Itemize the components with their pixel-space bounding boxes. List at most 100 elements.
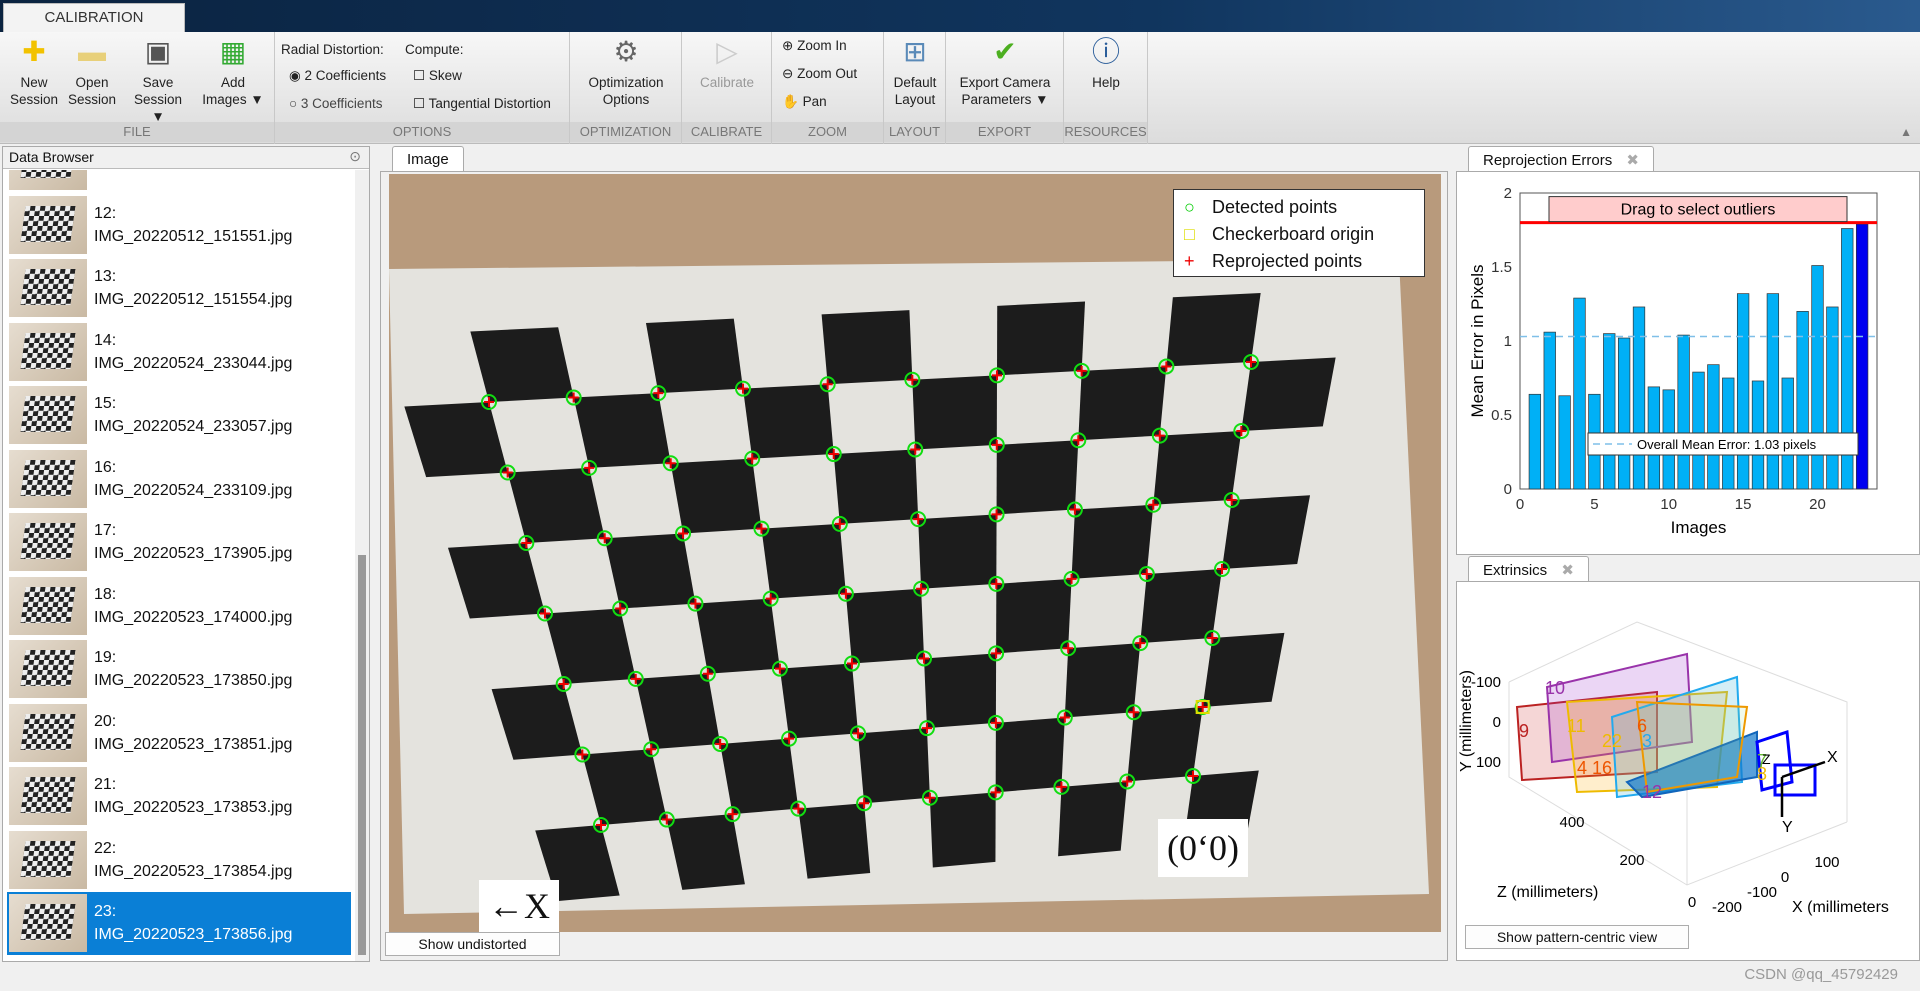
legend-detected: ○ Detected points (1184, 194, 1414, 221)
list-item[interactable]: 12: IMG_20220512_151551.jpg (7, 193, 351, 257)
new-session-button[interactable]: ✚ New Session (6, 36, 62, 108)
bar-image-17[interactable] (1766, 293, 1780, 490)
bar-image-7[interactable] (1617, 337, 1631, 490)
bar-image-19[interactable] (1796, 311, 1809, 490)
calibrate-button[interactable]: ▷ Calibrate (682, 36, 772, 91)
bar-image-11[interactable] (1677, 334, 1690, 490)
menu-dropdown-icon[interactable]: ⊙ (349, 148, 361, 165)
label: Open Session (67, 75, 117, 107)
tab-reprojection-errors[interactable]: Reprojection Errors ✖ (1468, 146, 1654, 172)
list-item[interactable]: 19: IMG_20220523_173850.jpg (7, 638, 351, 701)
checker-square (833, 449, 919, 524)
reprojection-error-chart: Drag to select outliers Overall Mean Erro… (1468, 185, 1878, 537)
item-filename: IMG_20220523_173853.jpg (94, 799, 293, 816)
tangential-checkbox[interactable]: ☐ Tangential Distortion (413, 96, 551, 112)
label: Tangential Distortion (428, 96, 551, 111)
open-session-button[interactable]: ▬ Open Session (64, 36, 120, 108)
bar-image-15[interactable] (1736, 293, 1750, 490)
scrollbar-track[interactable] (355, 170, 369, 961)
bar-image-1[interactable] (1528, 393, 1542, 490)
radio-3-coefficients[interactable]: ○ 3 Coefficients (289, 96, 382, 111)
list-item[interactable]: 13: IMG_20220512_151554.jpg (7, 257, 351, 320)
image-panel: ○ Detected points □ Checkerboard origin + R… (380, 171, 1448, 961)
x-axis-note: ←X (479, 880, 559, 932)
label: Skew (428, 68, 462, 83)
skew-checkbox[interactable]: ☐ Skew (413, 68, 462, 84)
item-filename: IMG_20220523_174000.jpg (94, 608, 293, 626)
item-index: 15: (94, 395, 117, 412)
item-index: 13: (94, 268, 117, 285)
watermark: CSDN @qq_45792429 (1744, 966, 1898, 983)
pan-button[interactable]: ✋ Pan (782, 94, 827, 110)
zoom-in-button[interactable]: ⊕ Zoom In (782, 38, 847, 54)
optimization-options-button[interactable]: ⚙ Optimization Options (570, 36, 682, 108)
x-tick-label: 0 (1781, 869, 1789, 886)
camera-z-label: Z (1762, 751, 1771, 767)
bar-image-12[interactable] (1692, 371, 1705, 490)
scrollbar-thumb[interactable] (358, 555, 366, 955)
item-text: 17: IMG_20220523_173905.jpg (94, 519, 292, 565)
list-item[interactable]: 21: IMG_20220523_173853.jpg (7, 765, 351, 828)
bar-image-3[interactable] (1558, 395, 1571, 490)
layout-group: ⊞ Default Layout LAYOUT (884, 32, 946, 144)
list-item[interactable]: 23: IMG_20220523_173856.jpg (7, 892, 351, 955)
export-camera-parameters-button[interactable]: ✔ Export Camera Parameters ▼ (946, 36, 1064, 108)
bar-image-4[interactable] (1573, 297, 1586, 490)
bar-image-2[interactable] (1543, 331, 1556, 490)
list-item[interactable]: 20: IMG_20220523_173851.jpg (7, 701, 351, 765)
item-index: 19: (94, 649, 117, 666)
close-icon[interactable]: ✖ (1626, 152, 1639, 169)
radio-2-coefficients[interactable]: ◉ 2 Coefficients (289, 68, 386, 84)
checker-square (1078, 366, 1167, 441)
checker-square (779, 663, 859, 739)
item-index: 20: (94, 712, 117, 730)
zoom-out-button[interactable]: ⊖ Zoom Out (782, 66, 857, 82)
y-tick-label: 1 (1504, 333, 1512, 350)
label: Help (1092, 75, 1120, 90)
item-text: 22: IMG_20220523_173854.jpg (94, 837, 292, 883)
tab-calibration[interactable]: CALIBRATION (3, 3, 185, 32)
label: New Session (9, 75, 59, 107)
x-tick-label: 100 (1814, 854, 1839, 871)
bar-image-21[interactable] (1826, 306, 1839, 490)
checker-square (929, 792, 996, 868)
y-tick-label: -100 (1471, 674, 1501, 691)
title-bar (0, 0, 1920, 32)
item-filename: IMG_20220523_173854.jpg (94, 862, 293, 880)
data-browser-panel: Data Browser ⊙ IMG_20220512_151522.jpg 12:… (2, 146, 370, 962)
bar-image-8[interactable] (1632, 306, 1646, 490)
list-item[interactable]: 17: IMG_20220523_173905.jpg (7, 511, 351, 574)
tab-image[interactable]: Image (392, 146, 464, 172)
collapse-toolstrip-icon[interactable]: ▲ (1900, 125, 1912, 139)
item-text: 13: IMG_20220512_151554.jpg (94, 265, 292, 311)
thumbnail (9, 170, 87, 190)
plane-label: 8 (1757, 764, 1767, 784)
list-item[interactable]: 16: IMG_20220524_233109.jpg (7, 447, 351, 511)
label: Reprojected points (1212, 251, 1363, 271)
gear-icon: ⚙ (613, 36, 639, 67)
show-undistorted-button[interactable]: Show undistorted (385, 932, 560, 956)
list-item[interactable]: 22: IMG_20220523_173854.jpg (7, 828, 351, 892)
bar-image-6[interactable] (1603, 333, 1616, 490)
show-pattern-centric-view-button[interactable]: Show pattern-centric view (1465, 925, 1689, 949)
tab-extrinsics[interactable]: Extrinsics ✖ (1468, 556, 1589, 582)
list-item[interactable]: 15: IMG_20220524_233057.jpg (7, 384, 351, 447)
bar-image-13[interactable] (1707, 364, 1720, 490)
checker-square (997, 301, 1086, 376)
default-layout-button[interactable]: ⊞ Default Layout (884, 36, 946, 108)
list-item[interactable]: 18: IMG_20220523_174000.jpg (7, 574, 351, 638)
x-tick-label: 10 (1660, 496, 1677, 513)
y-tick-label: 0.5 (1491, 407, 1512, 424)
save-session-button[interactable]: ▣ Save Session ▼ (128, 36, 188, 125)
help-button[interactable]: ⓘ Help (1064, 36, 1148, 91)
add-images-button[interactable]: ▦ Add Images ▼ (198, 36, 268, 108)
close-icon[interactable]: ✖ (1561, 562, 1574, 579)
item-index: 18: (94, 585, 117, 603)
checker-square (720, 738, 799, 815)
resources-group: ⓘ Help RESOURCES (1064, 32, 1148, 144)
checker-square (821, 310, 913, 385)
list-item[interactable]: IMG_20220512_151522.jpg (7, 170, 351, 193)
thumbnail (9, 322, 87, 381)
item-index: 22: (94, 839, 117, 857)
list-item[interactable]: 14: IMG_20220524_233044.jpg (7, 320, 351, 384)
